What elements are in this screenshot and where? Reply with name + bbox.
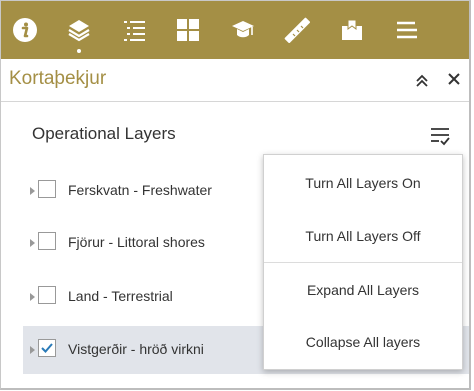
layer-label: Fjörur - Littoral shores <box>68 234 205 250</box>
collapse-panel-button[interactable] <box>414 72 432 90</box>
layers-button[interactable] <box>57 1 101 59</box>
info-icon <box>12 17 38 43</box>
expand-caret-icon[interactable] <box>30 187 35 195</box>
close-panel-button[interactable] <box>447 72 465 90</box>
collapse-all-layers-item[interactable]: Collapse All layers <box>264 316 462 369</box>
more-menu-icon <box>394 17 420 43</box>
ruler-icon <box>284 17 310 43</box>
info-button[interactable] <box>3 1 47 59</box>
layer-label: Land - Terrestrial <box>68 288 173 304</box>
print-bookmark-icon <box>339 17 365 43</box>
layer-checkbox[interactable] <box>38 180 56 198</box>
operational-layers-heading: Operational Layers <box>32 124 176 143</box>
legend-button[interactable] <box>112 1 156 59</box>
layer-checkbox[interactable] <box>38 232 56 250</box>
expand-caret-icon[interactable] <box>30 293 35 301</box>
about-button[interactable] <box>221 1 265 59</box>
basemap-button[interactable] <box>166 1 210 59</box>
toolbar <box>1 1 469 59</box>
panel-titlebar: Kortaþekjur <box>1 59 469 102</box>
layer-checkbox[interactable] <box>38 286 56 304</box>
layer-label: Ferskvatn - Freshwater <box>68 182 212 198</box>
expand-caret-icon[interactable] <box>30 239 35 247</box>
measure-button[interactable] <box>275 1 319 59</box>
menu-divider <box>264 262 462 263</box>
close-icon <box>447 73 461 90</box>
layers-icon <box>66 17 92 43</box>
legend-list-icon <box>121 17 147 43</box>
double-chevron-up-icon <box>414 74 430 92</box>
checkmark-icon <box>41 343 53 353</box>
layer-label: Vistgerðir - hröð virkni <box>68 341 204 357</box>
print-button[interactable] <box>330 1 374 59</box>
turn-all-layers-on-item[interactable]: Turn All Layers On <box>264 157 462 210</box>
expand-all-layers-item[interactable]: Expand All Layers <box>264 264 462 317</box>
expand-caret-icon[interactable] <box>30 346 35 354</box>
layer-options-button[interactable] <box>429 125 451 147</box>
more-button[interactable] <box>385 1 429 59</box>
active-indicator <box>77 49 81 53</box>
graduation-cap-icon <box>230 17 256 43</box>
layer-list-widget: Kortaþekjur Operational Layers Ferskvatn… <box>0 0 471 390</box>
layer-options-menu: Turn All Layers On Turn All Layers Off E… <box>263 154 463 370</box>
basemap-grid-icon <box>175 17 201 43</box>
layer-checkbox-checked[interactable] <box>38 339 56 357</box>
panel-title: Kortaþekjur <box>9 68 107 89</box>
layer-options-icon <box>429 128 451 151</box>
turn-all-layers-off-item[interactable]: Turn All Layers Off <box>264 210 462 263</box>
